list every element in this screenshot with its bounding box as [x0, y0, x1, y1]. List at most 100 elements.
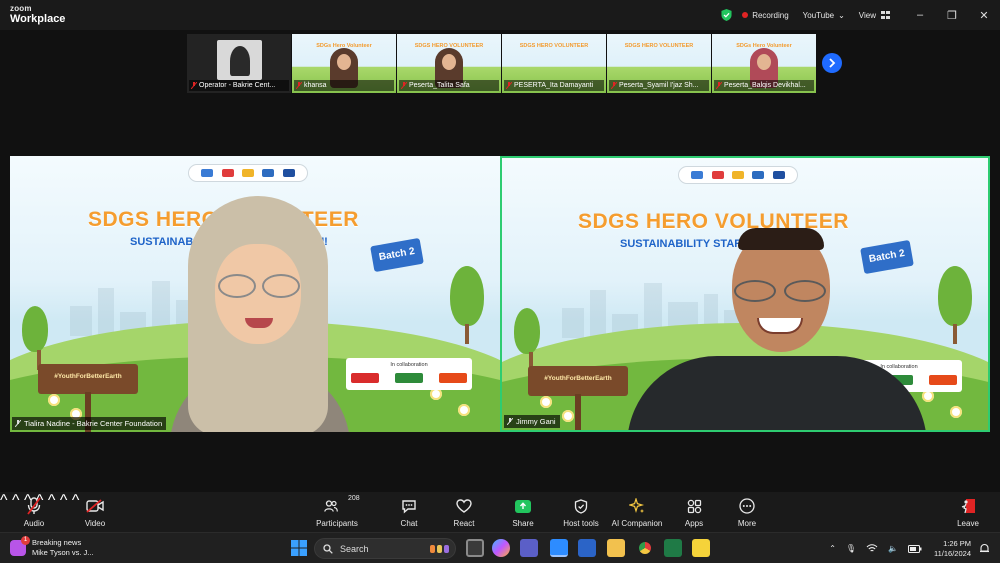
glasses: [784, 280, 826, 302]
ai-companion-button[interactable]: AI Companion: [611, 492, 663, 532]
next-page-button[interactable]: [822, 53, 842, 73]
zoom-app-icon[interactable]: [550, 539, 568, 557]
audio-button[interactable]: Audio: [20, 492, 48, 532]
notifications-icon[interactable]: [979, 543, 990, 554]
more-button[interactable]: More: [735, 492, 759, 532]
host-tools-button[interactable]: Host tools: [562, 492, 600, 532]
participants-label: Participants: [316, 519, 358, 528]
signboard: #YouthForBetterEarth: [38, 364, 138, 394]
mic-muted-icon: [24, 497, 44, 515]
word-icon[interactable]: [578, 539, 596, 557]
thumbnail-talita[interactable]: SDGS HERO VOLUNTEER Peserta_Talita Safa: [397, 34, 502, 93]
teams-icon[interactable]: [520, 539, 538, 557]
chrome-icon[interactable]: [636, 539, 654, 557]
view-menu[interactable]: View: [859, 11, 890, 20]
microphone-icon[interactable]: 🎙: [846, 544, 856, 553]
participant-name-tag: Jimmy Gani: [504, 415, 560, 428]
meeting-controls-toolbar: Audio ^ Video ^ Participants 208 ^ Chat …: [0, 492, 1000, 532]
video-button[interactable]: Video: [82, 492, 108, 532]
flower: [562, 410, 574, 422]
news-widget[interactable]: 1 Breaking news Mike Tyson vs. J...: [10, 536, 94, 558]
participant-face: [757, 54, 771, 70]
sponsor-logos-bar: [678, 166, 798, 184]
apps-options-chevron-icon[interactable]: ^: [72, 492, 80, 509]
heart-icon: [454, 497, 474, 515]
video-options-chevron-icon[interactable]: ^: [12, 492, 20, 509]
share-screen-icon: [513, 497, 533, 515]
thumbnail-khansa[interactable]: SDGs Hero Volunteer khansa: [292, 34, 397, 93]
youtube-livestream-menu[interactable]: YouTube ⌄: [803, 11, 845, 20]
participants-count: 208: [348, 495, 360, 502]
mic-muted-icon: [716, 82, 722, 89]
file-explorer-icon[interactable]: [607, 539, 625, 557]
participant-name: Peserta_Talita Safa: [409, 82, 470, 89]
participant-name-tag: Peserta_Talita Safa: [399, 80, 499, 91]
battery-icon[interactable]: [908, 544, 922, 553]
participant-name-tag: Operator - Bakrie Cent...: [189, 80, 289, 91]
participant-name: Peserta_Balqis Devikhal...: [724, 82, 806, 89]
participant-name: khansa: [304, 82, 327, 89]
participant-body: [627, 356, 927, 430]
participants-icon: [321, 497, 341, 515]
thumbnail-operator[interactable]: Operator - Bakrie Cent...: [187, 34, 292, 93]
thumbnail-syamil[interactable]: SDGS HERO VOLUNTEER Peserta_Syamil I'jaz…: [607, 34, 712, 93]
video-tile-tialira[interactable]: SDGS HERO VOLUNTEER SUSTAINABILITY START…: [10, 156, 500, 432]
windows-taskbar: 1 Breaking news Mike Tyson vs. J... Sear…: [0, 532, 1000, 563]
sticky-notes-icon[interactable]: [692, 539, 710, 557]
audio-options-chevron-icon[interactable]: ^: [0, 492, 8, 509]
slide-mini-title: SDGS HERO VOLUNTEER: [624, 43, 694, 49]
mic-muted-icon: [296, 82, 302, 89]
restore-icon[interactable]: ❐: [936, 9, 968, 22]
wifi-icon[interactable]: [866, 544, 878, 553]
clock[interactable]: 1:26 PM 11/16/2024: [934, 539, 971, 559]
mic-muted-icon: [401, 82, 407, 89]
recording-label: Recording: [752, 10, 789, 20]
news-title: Breaking news: [32, 538, 82, 547]
video-tile-jimmy-gani[interactable]: SDGS HERO VOLUNTEER SUSTAINABILITY START…: [500, 156, 990, 432]
close-icon[interactable]: ✕: [968, 9, 1000, 22]
windows-start-icon[interactable]: [290, 539, 308, 557]
taskbar-search-box[interactable]: Search: [314, 538, 456, 559]
sponsor-logos-bar: [188, 164, 308, 182]
host-tools-label: Host tools: [563, 519, 599, 528]
title-bar: zoom Workplace Recording YouTube ⌄ View: [0, 0, 1000, 30]
view-label: View: [858, 10, 876, 20]
chat-button[interactable]: Chat: [397, 492, 421, 532]
recording-dot-icon: [742, 12, 749, 18]
signboard-text: #YouthForBetterEarth: [544, 375, 612, 382]
flower: [540, 396, 552, 408]
thumbnail-ita[interactable]: SDGS HERO VOLUNTEER PESERTA_Ita Damayant…: [502, 34, 607, 93]
security-shield-icon[interactable]: [721, 9, 732, 21]
participant-hair: [738, 228, 824, 250]
chevron-up-icon[interactable]: ⌃: [829, 544, 836, 553]
copilot-icon[interactable]: [492, 539, 510, 557]
leave-icon: [958, 497, 978, 515]
leave-button[interactable]: Leave: [955, 492, 981, 532]
search-icon: [323, 543, 333, 554]
minimize-icon[interactable]: –: [904, 9, 936, 21]
share-button[interactable]: Share: [510, 492, 536, 532]
notification-badge: 1: [21, 536, 30, 545]
brand-bottom: Workplace: [10, 13, 66, 25]
react-options-chevron-icon[interactable]: ^: [48, 492, 56, 509]
thumbnail-balqis[interactable]: SDGs Hero Volunteer Peserta_Balqis Devik…: [712, 34, 817, 93]
apps-icon: [684, 497, 704, 515]
chevron-right-icon: [829, 58, 836, 68]
collaboration-logos: [351, 373, 467, 383]
more-icon: [737, 497, 757, 515]
share-options-chevron-icon[interactable]: ^: [60, 492, 68, 509]
ai-companion-label: AI Companion: [611, 519, 663, 528]
volume-icon[interactable]: 🔈: [888, 544, 898, 553]
react-button[interactable]: React: [452, 492, 476, 532]
recording-indicator[interactable]: Recording: [742, 10, 789, 20]
system-tray: ⌃ 🎙 🔈 1:26 PM 11/16/2024: [819, 533, 990, 563]
shield-icon: [571, 497, 591, 515]
task-view-icon[interactable]: [466, 539, 484, 557]
apps-button[interactable]: Apps: [683, 492, 705, 532]
share-label: Share: [512, 519, 534, 528]
zoom-window: zoom Workplace Recording YouTube ⌄ View: [0, 0, 1000, 563]
participant-name: Jimmy Gani: [516, 417, 556, 426]
search-highlight-icon: [430, 544, 449, 553]
apps-label: Apps: [684, 519, 704, 528]
excel-icon[interactable]: [664, 539, 682, 557]
